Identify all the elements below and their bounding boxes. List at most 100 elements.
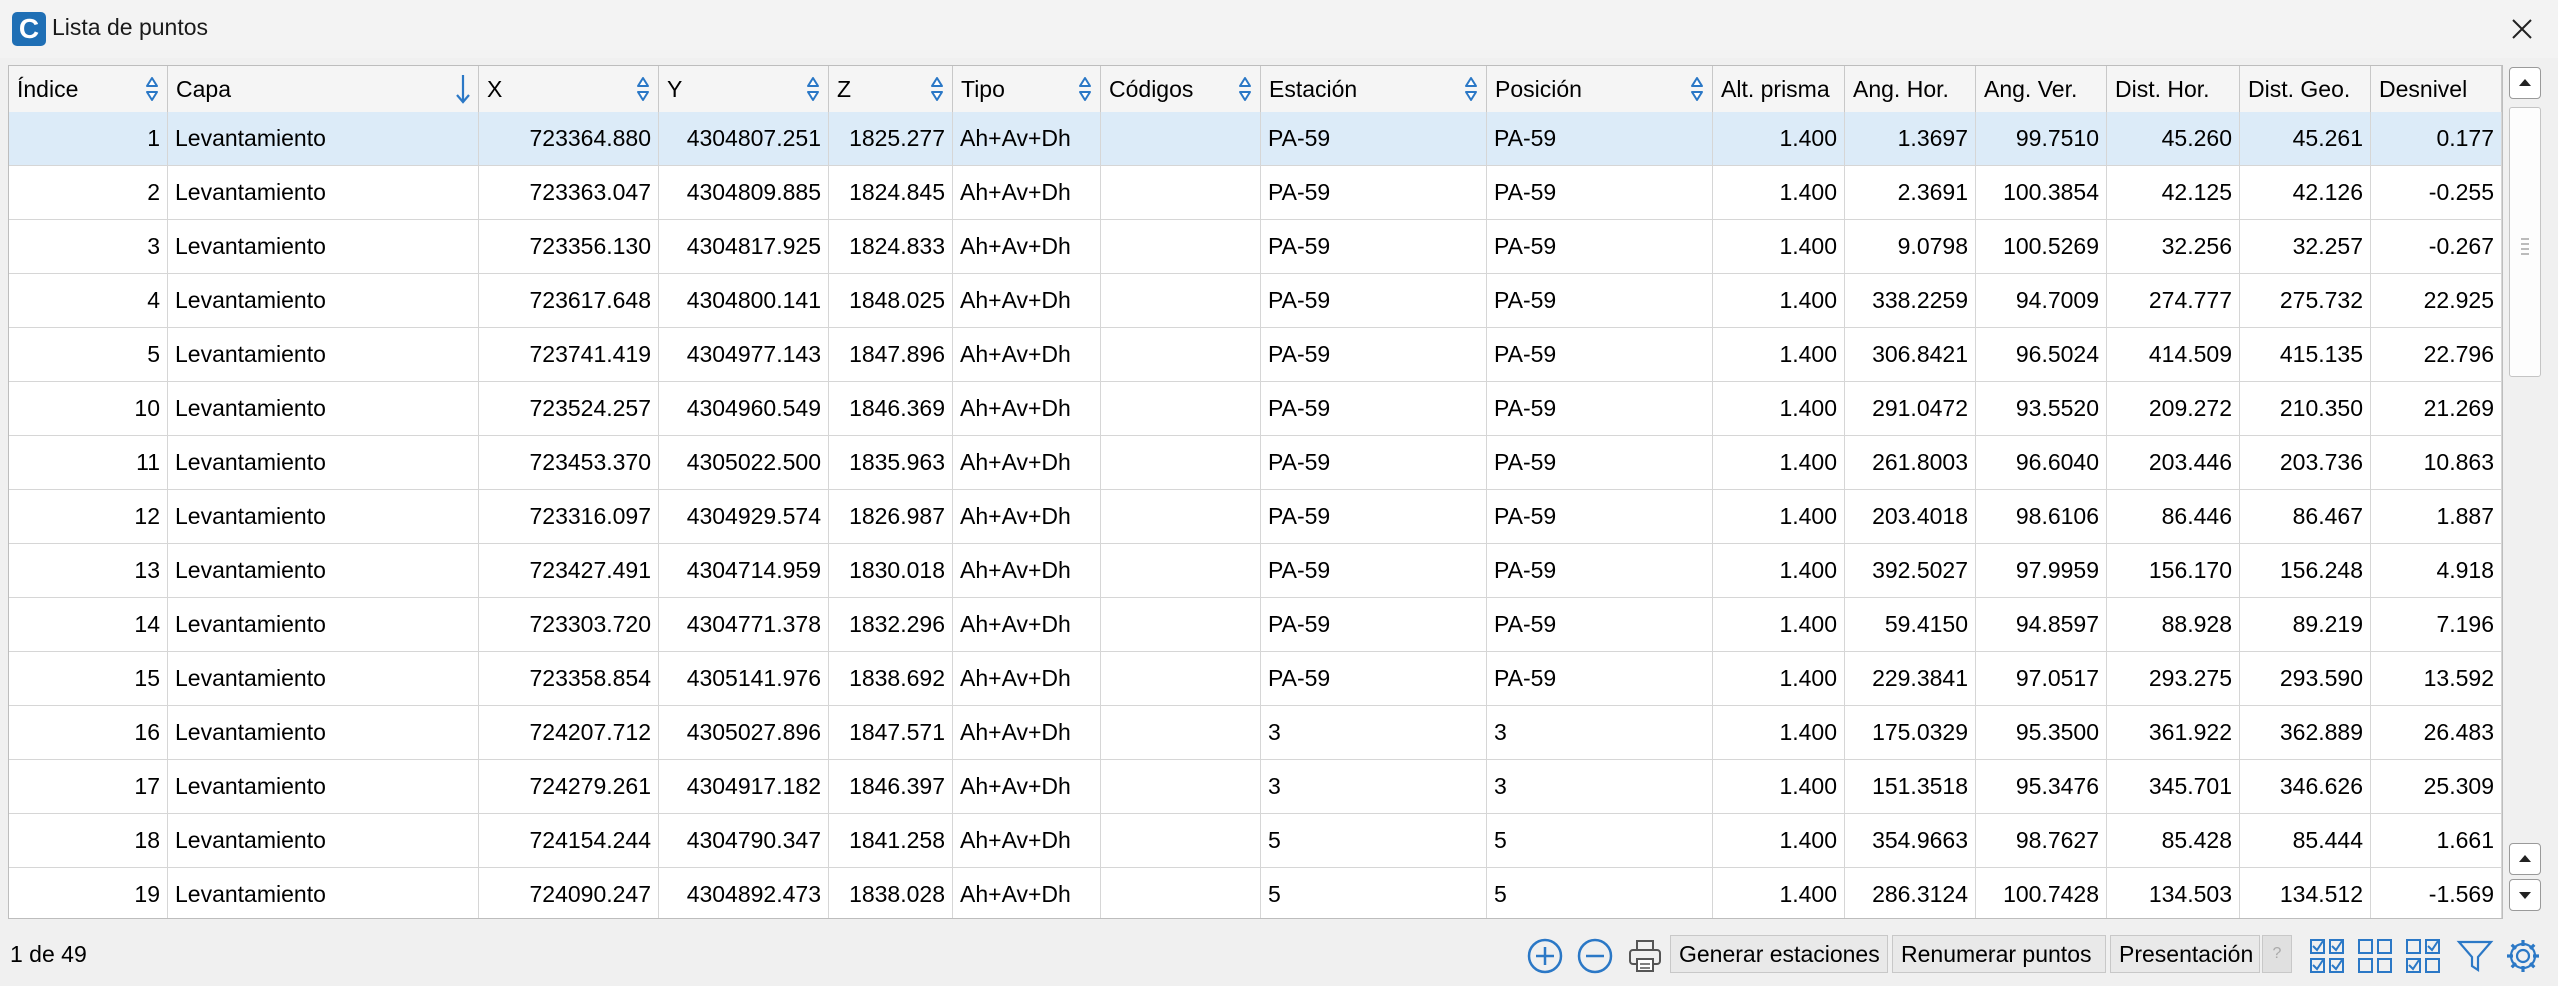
cell-ang-ver[interactable]: 95.3500 <box>1976 706 2107 759</box>
cell-posicion[interactable]: PA-59 <box>1487 166 1713 219</box>
cell-z[interactable]: 1847.571 <box>829 706 953 759</box>
cell-x[interactable]: 723363.047 <box>479 166 659 219</box>
cell-z[interactable]: 1825.277 <box>829 112 953 165</box>
cell-desnivel[interactable]: 21.269 <box>2371 382 2502 435</box>
filter-button[interactable] <box>2456 937 2494 975</box>
cell-tipo[interactable]: Ah+Av+Dh <box>953 652 1101 705</box>
cell-ang-ver[interactable]: 100.3854 <box>1976 166 2107 219</box>
cell-estacion[interactable]: PA-59 <box>1261 112 1487 165</box>
cell-y[interactable]: 4304917.182 <box>659 760 829 813</box>
select-none-button[interactable] <box>2356 937 2394 975</box>
close-button[interactable] <box>2496 8 2548 50</box>
cell-capa[interactable]: Levantamiento <box>168 544 479 597</box>
cell-ang-hor[interactable]: 338.2259 <box>1845 274 1976 327</box>
cell-dist-geo[interactable]: 210.350 <box>2240 382 2371 435</box>
cell-desnivel[interactable]: 25.309 <box>2371 760 2502 813</box>
scroll-thumb[interactable] <box>2509 107 2541 377</box>
cell-x[interactable]: 723427.491 <box>479 544 659 597</box>
select-all-button[interactable] <box>2308 937 2346 975</box>
cell-indice[interactable]: 1 <box>9 112 168 165</box>
cell-dist-hor[interactable]: 45.260 <box>2107 112 2240 165</box>
cell-z[interactable]: 1832.296 <box>829 598 953 651</box>
cell-dist-hor[interactable]: 203.446 <box>2107 436 2240 489</box>
cell-capa[interactable]: Levantamiento <box>168 220 479 273</box>
cell-codigos[interactable] <box>1101 598 1261 651</box>
cell-ang-ver[interactable]: 94.8597 <box>1976 598 2107 651</box>
cell-y[interactable]: 4304800.141 <box>659 274 829 327</box>
cell-capa[interactable]: Levantamiento <box>168 490 479 543</box>
cell-alt-prisma[interactable]: 1.400 <box>1713 652 1845 705</box>
cell-dist-geo[interactable]: 156.248 <box>2240 544 2371 597</box>
cell-posicion[interactable]: PA-59 <box>1487 112 1713 165</box>
table-row[interactable]: 15 Levantamiento 723358.854 4305141.976 1838… <box>9 652 2502 706</box>
cell-tipo[interactable]: Ah+Av+Dh <box>953 598 1101 651</box>
cell-dist-hor[interactable]: 86.446 <box>2107 490 2240 543</box>
cell-y[interactable]: 4304892.473 <box>659 868 829 918</box>
help-button[interactable]: ? <box>2262 935 2292 973</box>
cell-x[interactable]: 723358.854 <box>479 652 659 705</box>
cell-desnivel[interactable]: -1.569 <box>2371 868 2502 918</box>
cell-capa[interactable]: Levantamiento <box>168 166 479 219</box>
cell-alt-prisma[interactable]: 1.400 <box>1713 274 1845 327</box>
cell-dist-hor[interactable]: 88.928 <box>2107 598 2240 651</box>
cell-tipo[interactable]: Ah+Av+Dh <box>953 760 1101 813</box>
cell-x[interactable]: 723303.720 <box>479 598 659 651</box>
cell-alt-prisma[interactable]: 1.400 <box>1713 868 1845 918</box>
settings-button[interactable] <box>2504 937 2542 975</box>
cell-ang-hor[interactable]: 175.0329 <box>1845 706 1976 759</box>
cell-posicion[interactable]: 3 <box>1487 760 1713 813</box>
cell-ang-ver[interactable]: 93.5520 <box>1976 382 2107 435</box>
cell-alt-prisma[interactable]: 1.400 <box>1713 220 1845 273</box>
cell-posicion[interactable]: PA-59 <box>1487 598 1713 651</box>
cell-alt-prisma[interactable]: 1.400 <box>1713 328 1845 381</box>
cell-y[interactable]: 4304960.549 <box>659 382 829 435</box>
cell-alt-prisma[interactable]: 1.400 <box>1713 166 1845 219</box>
cell-x[interactable]: 723453.370 <box>479 436 659 489</box>
cell-ang-ver[interactable]: 97.0517 <box>1976 652 2107 705</box>
cell-dist-geo[interactable]: 293.590 <box>2240 652 2371 705</box>
cell-dist-hor[interactable]: 134.503 <box>2107 868 2240 918</box>
cell-x[interactable]: 723524.257 <box>479 382 659 435</box>
renumerar-puntos-button[interactable]: Renumerar puntos <box>1892 935 2106 973</box>
cell-tipo[interactable]: Ah+Av+Dh <box>953 166 1101 219</box>
cell-estacion[interactable]: PA-59 <box>1261 166 1487 219</box>
cell-ang-hor[interactable]: 306.8421 <box>1845 328 1976 381</box>
cell-y[interactable]: 4304807.251 <box>659 112 829 165</box>
cell-x[interactable]: 723316.097 <box>479 490 659 543</box>
cell-posicion[interactable]: PA-59 <box>1487 436 1713 489</box>
cell-z[interactable]: 1835.963 <box>829 436 953 489</box>
cell-indice[interactable]: 4 <box>9 274 168 327</box>
generar-estaciones-button[interactable]: Generar estaciones <box>1670 935 1888 973</box>
cell-alt-prisma[interactable]: 1.400 <box>1713 760 1845 813</box>
cell-alt-prisma[interactable]: 1.400 <box>1713 112 1845 165</box>
cell-desnivel[interactable]: 4.918 <box>2371 544 2502 597</box>
cell-estacion[interactable]: PA-59 <box>1261 382 1487 435</box>
table-row[interactable]: 16 Levantamiento 724207.712 4305027.896 1847… <box>9 706 2502 760</box>
cell-z[interactable]: 1826.987 <box>829 490 953 543</box>
cell-capa[interactable]: Levantamiento <box>168 328 479 381</box>
cell-tipo[interactable]: Ah+Av+Dh <box>953 436 1101 489</box>
cell-posicion[interactable]: PA-59 <box>1487 220 1713 273</box>
cell-alt-prisma[interactable]: 1.400 <box>1713 598 1845 651</box>
cell-z[interactable]: 1824.845 <box>829 166 953 219</box>
cell-capa[interactable]: Levantamiento <box>168 868 479 918</box>
cell-codigos[interactable] <box>1101 868 1261 918</box>
column-header-desnivel[interactable]: Desnivel <box>2371 66 2502 112</box>
cell-estacion[interactable]: 5 <box>1261 868 1487 918</box>
table-row[interactable]: 18 Levantamiento 724154.244 4304790.347 1841… <box>9 814 2502 868</box>
cell-posicion[interactable]: 5 <box>1487 868 1713 918</box>
cell-z[interactable]: 1846.397 <box>829 760 953 813</box>
cell-estacion[interactable]: PA-59 <box>1261 436 1487 489</box>
cell-ang-ver[interactable]: 96.6040 <box>1976 436 2107 489</box>
cell-y[interactable]: 4304977.143 <box>659 328 829 381</box>
cell-y[interactable]: 4304929.574 <box>659 490 829 543</box>
cell-x[interactable]: 724207.712 <box>479 706 659 759</box>
cell-z[interactable]: 1830.018 <box>829 544 953 597</box>
cell-ang-hor[interactable]: 203.4018 <box>1845 490 1976 543</box>
cell-y[interactable]: 4304714.959 <box>659 544 829 597</box>
cell-tipo[interactable]: Ah+Av+Dh <box>953 220 1101 273</box>
cell-estacion[interactable]: PA-59 <box>1261 328 1487 381</box>
cell-z[interactable]: 1838.692 <box>829 652 953 705</box>
cell-x[interactable]: 724154.244 <box>479 814 659 867</box>
cell-y[interactable]: 4304790.347 <box>659 814 829 867</box>
